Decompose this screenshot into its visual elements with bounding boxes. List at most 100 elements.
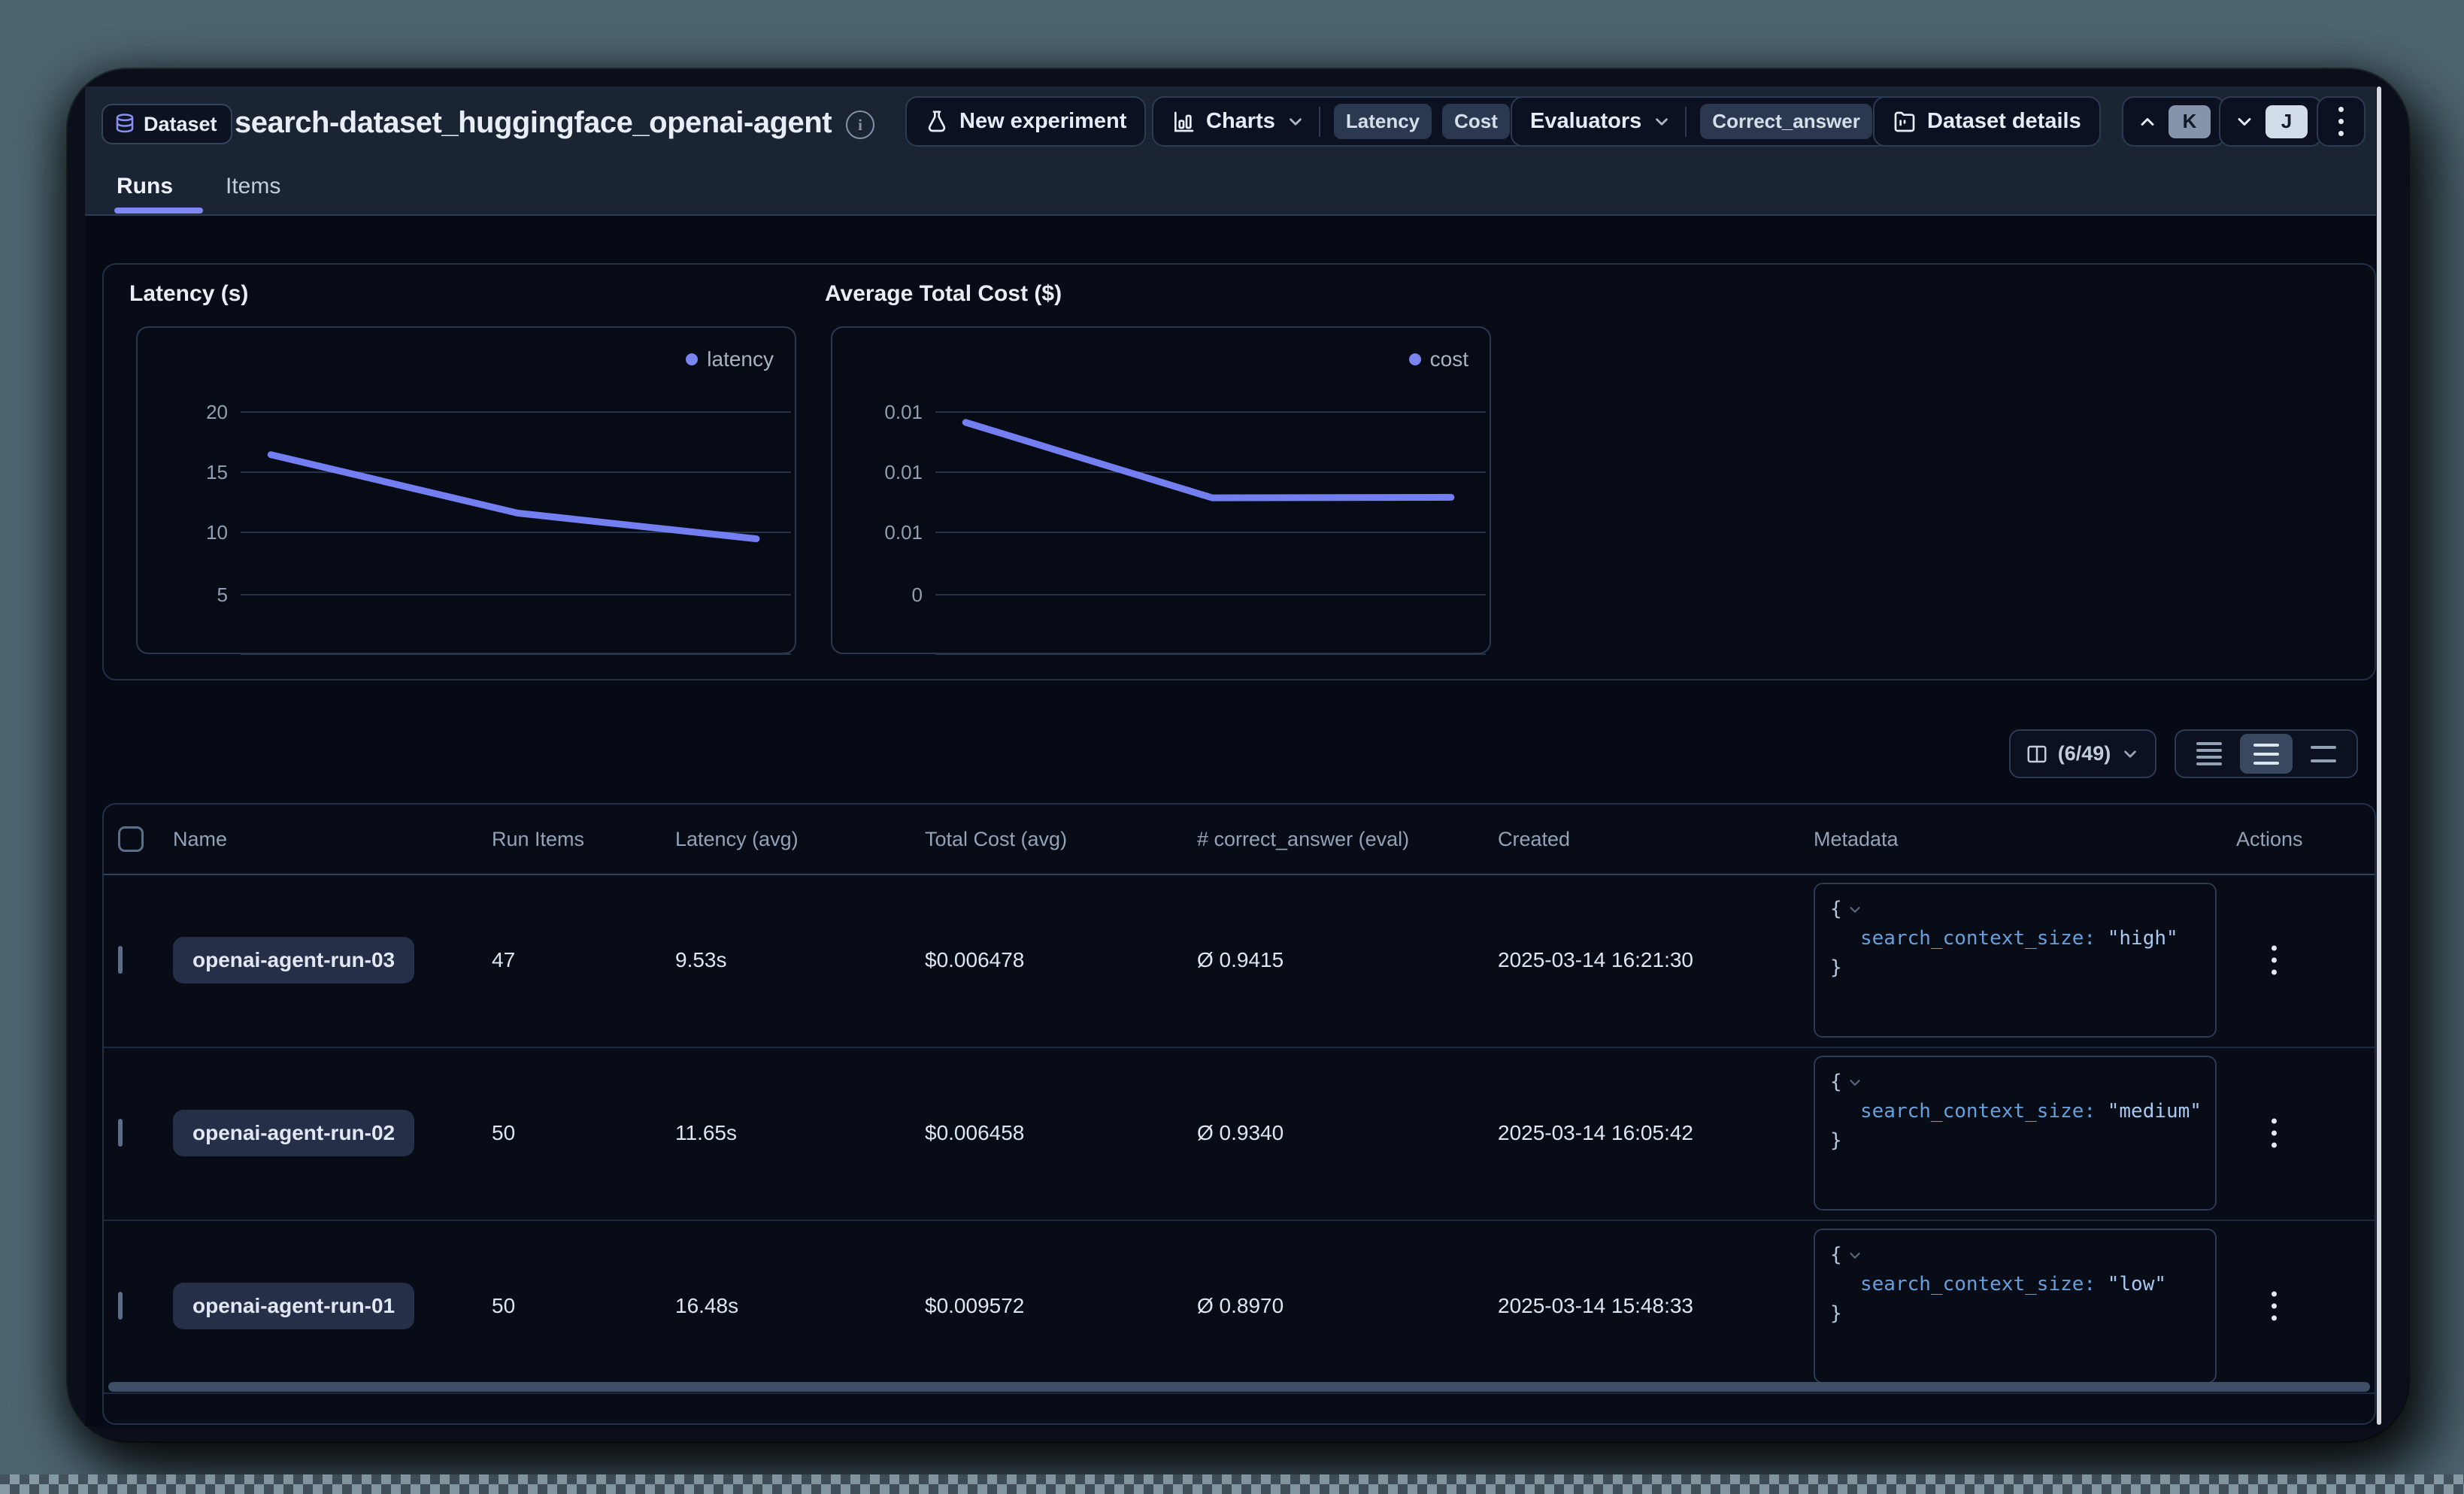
json-key: search_context_size:	[1860, 927, 2096, 950]
row-checkbox[interactable]	[118, 1292, 123, 1320]
database-icon	[114, 113, 136, 135]
next-run-button[interactable]: J	[2219, 96, 2323, 147]
json-value: "low"	[2108, 1273, 2166, 1296]
column-visibility-button[interactable]: (6/49)	[2009, 729, 2156, 778]
total-cost-avg-cell: $0.006458	[925, 1121, 1024, 1145]
run-items-cell: 47	[492, 948, 515, 972]
latency-line-series	[138, 328, 798, 656]
new-experiment-button[interactable]: New experiment	[905, 96, 1146, 147]
column-header-actions: Actions	[2236, 805, 2303, 874]
chevron-down-icon	[2234, 111, 2255, 132]
runs-table: Name Run Items Latency (avg) Total Cost …	[102, 803, 2376, 1425]
chart-title-latency: Latency (s)	[129, 281, 248, 307]
created-cell: 2025-03-14 16:05:42	[1498, 1121, 1693, 1145]
latency-avg-cell: 11.65s	[675, 1121, 737, 1145]
run-name-pill[interactable]: openai-agent-run-03	[173, 937, 414, 983]
table-row[interactable]: openai-agent-run-02 50 11.65s $0.006458 …	[104, 1047, 2375, 1221]
json-close-brace: }	[1830, 1299, 2200, 1329]
run-name-pill[interactable]: openai-agent-run-02	[173, 1110, 414, 1156]
page-header: Dataset search-dataset_huggingface_opena…	[85, 86, 2376, 216]
page-title: search-dataset_huggingface_openai-agent	[235, 105, 832, 141]
active-tab-underline	[114, 208, 203, 214]
latency-avg-cell: 9.53s	[675, 948, 727, 972]
total-cost-avg-cell: $0.009572	[925, 1294, 1024, 1318]
table-row[interactable]: openai-agent-run-03 47 9.53s $0.006478 Ø…	[104, 874, 2375, 1048]
cost-line-series	[832, 328, 1493, 656]
column-header-latency[interactable]: Latency (avg)	[675, 805, 799, 874]
dataset-badge-label: Dataset	[144, 113, 217, 136]
column-header-total-cost[interactable]: Total Cost (avg)	[925, 805, 1067, 874]
flask-icon	[925, 110, 949, 134]
run-name-pill[interactable]: openai-agent-run-01	[173, 1283, 414, 1329]
row-height-small-button[interactable]	[2183, 734, 2235, 774]
app-window: Dataset search-dataset_huggingface_opena…	[68, 69, 2408, 1441]
browser-viewport: Dataset search-dataset_huggingface_opena…	[85, 86, 2376, 1426]
charts-badge-latency[interactable]: Latency	[1334, 104, 1432, 139]
select-all-checkbox[interactable]	[118, 826, 144, 852]
latency-chart: latency 2015105	[136, 326, 796, 654]
info-icon[interactable]: i	[846, 111, 874, 139]
dense-rows-icon	[2196, 742, 2222, 765]
run-items-cell: 50	[492, 1294, 515, 1318]
correct-answer-eval-cell: Ø 0.9415	[1197, 948, 1284, 972]
row-actions-kebab-button[interactable]	[2262, 1119, 2285, 1148]
metadata-json-box[interactable]: { search_context_size: "high" }	[1814, 883, 2217, 1038]
row-checkbox[interactable]	[118, 946, 123, 974]
total-cost-avg-cell: $0.006478	[925, 948, 1024, 972]
horizontal-scrollbar[interactable]	[108, 1382, 2370, 1392]
collapse-chevron-icon[interactable]	[1847, 1247, 1863, 1264]
divider	[1319, 107, 1320, 137]
cost-chart: cost 0.010.010.010	[831, 326, 1491, 654]
run-items-cell: 50	[492, 1121, 515, 1145]
vertical-scrollbar[interactable]	[2377, 86, 2381, 1425]
metadata-json-box[interactable]: { search_context_size: "medium" }	[1814, 1056, 2217, 1211]
chevron-up-icon	[2137, 111, 2158, 132]
json-open-brace: {	[1830, 895, 2200, 924]
tab-runs[interactable]: Runs	[117, 171, 173, 202]
json-close-brace: }	[1830, 953, 2200, 983]
row-actions-kebab-button[interactable]	[2262, 946, 2285, 975]
bar-chart-icon	[1171, 110, 1196, 134]
json-value: "medium"	[2108, 1100, 2202, 1123]
folder-icon	[1893, 110, 1917, 134]
dataset-details-button[interactable]: Dataset details	[1873, 96, 2101, 147]
tab-items[interactable]: Items	[226, 171, 280, 202]
column-header-created[interactable]: Created	[1498, 805, 1570, 874]
charts-badge-cost[interactable]: Cost	[1442, 104, 1510, 139]
charts-menu-button[interactable]: Charts Latency Cost	[1152, 96, 1529, 147]
json-close-brace: }	[1830, 1126, 2200, 1156]
column-header-name[interactable]: Name	[173, 805, 227, 874]
divider	[1685, 107, 1687, 137]
created-cell: 2025-03-14 15:48:33	[1498, 1294, 1693, 1318]
json-key: search_context_size:	[1860, 1273, 2096, 1296]
evaluators-badge-correct-answer[interactable]: Correct_answer	[1700, 104, 1872, 139]
dataset-details-label: Dataset details	[1927, 109, 2081, 134]
row-height-large-button[interactable]	[2297, 734, 2350, 774]
columns-icon	[2026, 743, 2048, 765]
previous-run-button[interactable]: K	[2122, 96, 2226, 147]
collapse-chevron-icon[interactable]	[1847, 1074, 1863, 1091]
column-header-run-items[interactable]: Run Items	[492, 805, 584, 874]
header-kebab-menu-button[interactable]	[2317, 96, 2366, 147]
chevron-down-icon	[1652, 112, 1671, 132]
row-checkbox[interactable]	[118, 1119, 123, 1147]
charts-menu-label: Charts	[1206, 109, 1275, 134]
chevron-down-icon	[1286, 112, 1305, 132]
evaluators-menu-label: Evaluators	[1530, 109, 1641, 134]
metadata-json-box[interactable]: { search_context_size: "low" }	[1814, 1229, 2217, 1383]
latency-avg-cell: 16.48s	[675, 1294, 738, 1318]
collapse-chevron-icon[interactable]	[1847, 902, 1863, 918]
table-row[interactable]: openai-agent-run-01 50 16.48s $0.009572 …	[104, 1220, 2375, 1394]
column-header-metadata[interactable]: Metadata	[1814, 805, 1899, 874]
chart-title-cost: Average Total Cost ($)	[825, 281, 1062, 307]
row-height-medium-button[interactable]	[2240, 734, 2293, 774]
keycap-k: K	[2169, 105, 2211, 138]
created-cell: 2025-03-14 16:21:30	[1498, 948, 1693, 972]
evaluators-menu-button[interactable]: Evaluators Correct_answer	[1511, 96, 1892, 147]
row-actions-kebab-button[interactable]	[2262, 1292, 2285, 1321]
chevron-down-icon	[2120, 744, 2140, 764]
correct-answer-eval-cell: Ø 0.9340	[1197, 1121, 1284, 1145]
column-count-label: (6/49)	[2058, 742, 2111, 765]
column-header-correct-answer[interactable]: # correct_answer (eval)	[1197, 805, 1409, 874]
row-height-toggle-group	[2175, 729, 2358, 778]
